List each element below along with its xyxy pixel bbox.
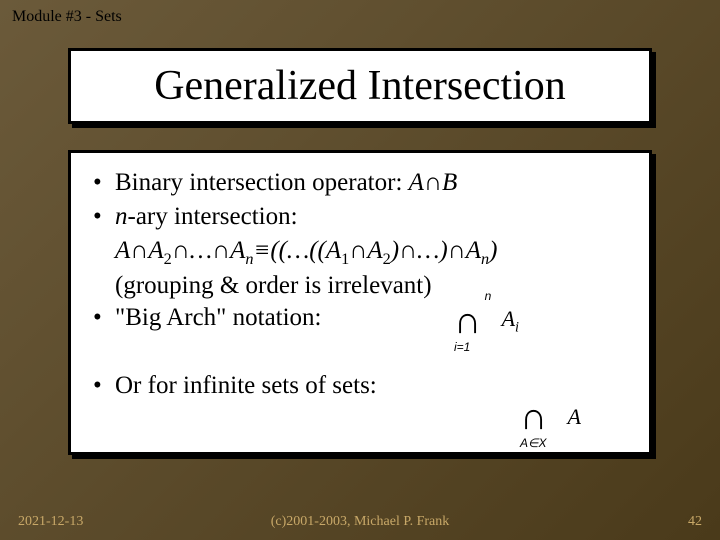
bullet-marker: • bbox=[93, 302, 115, 334]
footer: 2021-12-13 (c)2001-2003, Michael P. Fran… bbox=[0, 514, 720, 530]
m3: ≡((…((A bbox=[253, 237, 341, 264]
bullet-2-rest: -ary intersection: bbox=[128, 203, 298, 230]
bullet-3-content: "Big Arch" notation: bbox=[115, 302, 627, 334]
bullet-1-math: A∩B bbox=[409, 169, 458, 196]
bullet-3: • "Big Arch" notation: bbox=[93, 302, 627, 334]
content-box: • Binary intersection operator: A∩B • n-… bbox=[68, 150, 652, 455]
term-A: A bbox=[502, 306, 515, 331]
m5: )∩…)∩A bbox=[391, 237, 481, 264]
big-arch-infinite: ∩ A∈X A bbox=[520, 393, 581, 442]
bullet-marker: • bbox=[93, 167, 115, 199]
term-Ai: Ai bbox=[502, 306, 519, 331]
cap-sub-i1: i=1 bbox=[454, 340, 470, 355]
m1: A∩A bbox=[115, 237, 164, 264]
bullet-2: • n-ary intersection: bbox=[93, 201, 627, 233]
bullet-marker: • bbox=[93, 201, 115, 233]
bullet-marker: • bbox=[93, 370, 115, 402]
m4: ∩A bbox=[349, 237, 382, 264]
term-A: A bbox=[568, 404, 581, 429]
footer-page: 42 bbox=[688, 514, 702, 530]
footer-copyright: (c)2001-2003, Michael P. Frank bbox=[271, 514, 449, 530]
title-box: Generalized Intersection bbox=[68, 48, 652, 124]
bullet-2-n: n bbox=[115, 203, 128, 230]
sub2a: 2 bbox=[164, 250, 172, 268]
big-arch-finite: ∩ n i=1 Ai bbox=[454, 297, 519, 346]
m2: ∩…∩A bbox=[172, 237, 246, 264]
bullet-2-content: n-ary intersection: bbox=[115, 201, 627, 233]
intersection-symbol: ∩ n i=1 bbox=[454, 297, 481, 346]
cap-sup-n: n bbox=[485, 289, 492, 304]
module-header: Module #3 - Sets bbox=[12, 8, 122, 26]
bullet-1-text: Binary intersection operator: bbox=[115, 169, 409, 196]
term-i: i bbox=[515, 320, 519, 336]
sub2b: 2 bbox=[383, 250, 391, 268]
bullet-2-line3: (grouping & order is irrelevant) bbox=[115, 270, 627, 302]
intersection-symbol-2: ∩ A∈X bbox=[520, 393, 547, 442]
subn2: n bbox=[481, 250, 489, 268]
bullet-1: • Binary intersection operator: A∩B bbox=[93, 167, 627, 199]
footer-date: 2021-12-13 bbox=[18, 514, 83, 530]
cap-sub-ax: A∈X bbox=[520, 436, 546, 451]
m6: ) bbox=[489, 237, 497, 264]
slide-title: Generalized Intersection bbox=[154, 62, 566, 110]
bullet-2-line2: A∩A2∩…∩An≡((…((A1∩A2)∩…)∩An) bbox=[115, 235, 627, 270]
bullet-1-content: Binary intersection operator: A∩B bbox=[115, 167, 627, 199]
